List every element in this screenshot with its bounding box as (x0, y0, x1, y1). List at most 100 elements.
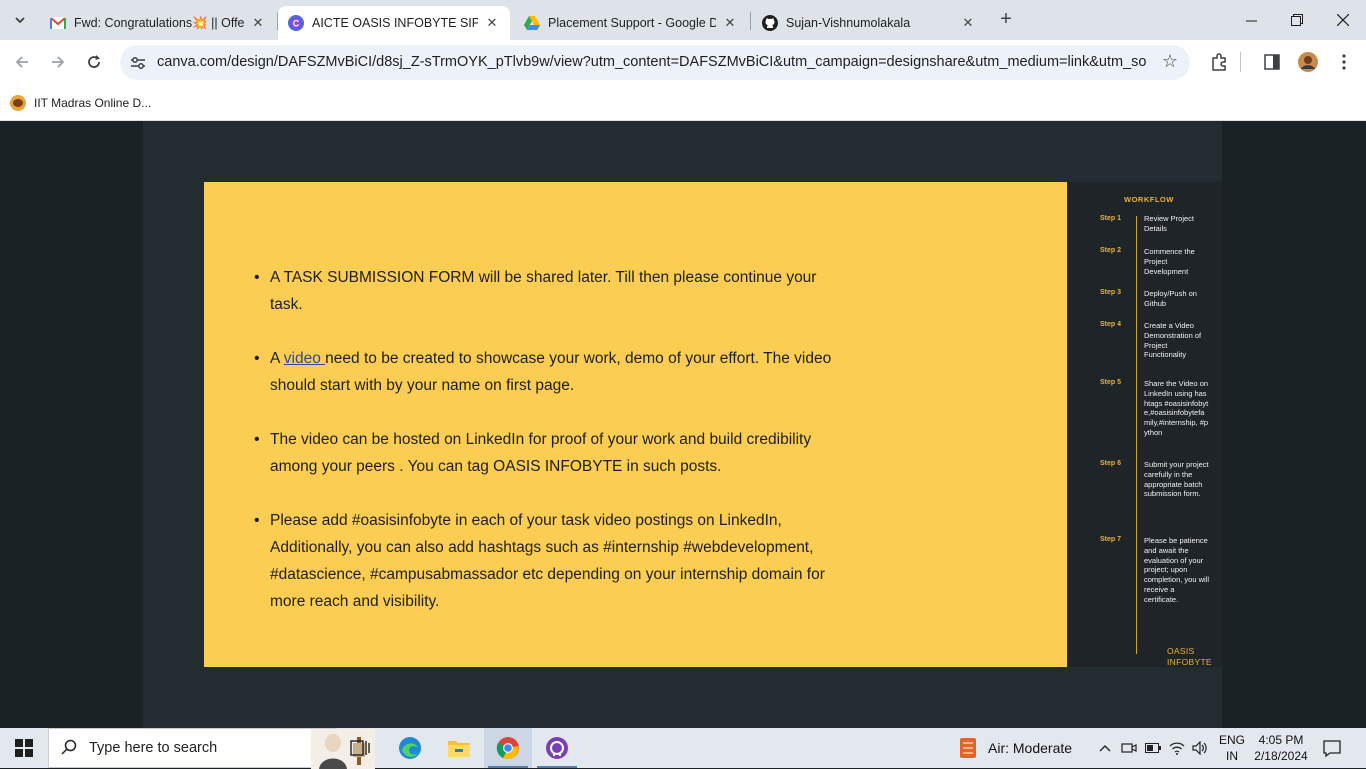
oasis-infobyte-brand: OASIS INFOBYTE (1167, 646, 1212, 668)
tab-close-icon[interactable]: ✕ (250, 15, 266, 31)
workflow-step-text: Please be patience and await the evaluat… (1144, 536, 1210, 604)
volume-icon[interactable] (1192, 740, 1208, 756)
svg-text:C: C (293, 19, 300, 29)
bookmark-label: IIT Madras Online D... (34, 96, 152, 110)
workflow-step-text: Commence the Project Development (1144, 247, 1195, 276)
bookmark-iit-madras[interactable]: IIT Madras Online D... (10, 92, 151, 114)
toolbar-divider (1240, 52, 1241, 72)
clock-date: 2/18/2024 (1254, 749, 1308, 763)
tab-title: AICTE OASIS INFOBYTE SIP TASK (312, 16, 478, 30)
taskbar-search[interactable]: Type here to search (48, 728, 375, 769)
tab-close-icon[interactable]: ✕ (960, 15, 976, 31)
bullet-hashtags: Please add #oasisinfobyte in each of you… (254, 507, 834, 615)
input-language-indicator[interactable]: ENG IN (1219, 732, 1245, 764)
back-button[interactable] (8, 48, 36, 76)
reload-button[interactable] (80, 48, 108, 76)
forward-button[interactable] (44, 48, 72, 76)
notifications-button[interactable] (1322, 738, 1342, 758)
task-view-icon (350, 740, 370, 756)
workflow-step-text: Review Project Details (1144, 214, 1195, 233)
workflow-step-label: Step 2 (1100, 247, 1122, 254)
workflow-step-label: Step 1 (1100, 215, 1122, 222)
tab-google-drive[interactable]: Placement Support - Google Dri ✕ (514, 6, 748, 40)
meet-now-icon[interactable] (1121, 740, 1137, 756)
workflow-step-label: Step 6 (1100, 460, 1122, 467)
tab-title: Sujan-Vishnumolakala (786, 16, 911, 30)
brand-line-1: OASIS (1167, 646, 1195, 656)
extensions-icon[interactable] (1208, 51, 1230, 73)
search-icon (61, 739, 77, 760)
bullet-text: The video can be hosted on LinkedIn for … (270, 431, 812, 475)
tab-gmail[interactable]: Fwd: Congratulations💥 || Offer ✕ (40, 6, 276, 40)
weather-widget[interactable]: Air: Moderate (958, 728, 1072, 768)
workflow-step-label: Step 3 (1100, 289, 1122, 296)
search-placeholder: Type here to search (89, 740, 218, 756)
bullet-text: A TASK SUBMISSION FORM will be shared la… (270, 269, 817, 313)
new-tab-button[interactable]: + (994, 8, 1018, 32)
windows-logo-icon (15, 739, 33, 757)
canva-icon: C (288, 15, 304, 31)
tab-canva[interactable]: C AICTE OASIS INFOBYTE SIP TASK ✕ (278, 6, 510, 40)
workflow-step-label: Step 4 (1100, 321, 1122, 328)
bullet-text: Please add #oasisinfobyte in each of you… (270, 512, 825, 610)
video-link[interactable]: video (284, 350, 325, 367)
clock-time: 4:05 PM (1258, 733, 1304, 747)
instruction-list: A TASK SUBMISSION FORM will be shared la… (254, 264, 834, 642)
profile-avatar[interactable] (1297, 51, 1319, 73)
start-button[interactable] (0, 728, 48, 768)
battery-icon[interactable] (1145, 740, 1161, 756)
taskbar-file-explorer[interactable] (435, 728, 483, 768)
folder-icon (448, 741, 470, 757)
edge-icon (399, 737, 421, 759)
address-bar[interactable]: canva.com/design/DAFSZMvBiCI/d8sj_Z-sTrm… (120, 45, 1190, 80)
air-quality-icon (960, 738, 976, 758)
workflow-panel: WORKFLOW Step 1 Review Project Details S… (1067, 182, 1222, 667)
tab-title: Placement Support - Google Dri (548, 16, 716, 30)
tab-github[interactable]: Sujan-Vishnumolakala ✕ (752, 6, 986, 40)
side-panel-icon[interactable] (1261, 51, 1283, 73)
browser-toolbar: canva.com/design/DAFSZMvBiCI/d8sj_Z-sTrm… (0, 40, 1366, 85)
url-text[interactable]: canva.com/design/DAFSZMvBiCI/d8sj_Z-sTrm… (157, 54, 1147, 70)
browser-menu-icon[interactable] (1333, 51, 1355, 73)
bullet-submission-form: A TASK SUBMISSION FORM will be shared la… (254, 264, 834, 318)
google-drive-icon (524, 15, 540, 31)
workflow-step-text: Create a Video Demonstration of Project … (1144, 321, 1202, 360)
bookmarks-bar: IIT Madras Online D... (0, 85, 1366, 121)
workflow-step-text: Deploy/Push on Github (1144, 289, 1197, 308)
restore-button[interactable] (1274, 0, 1320, 40)
taskbar-edge[interactable] (386, 728, 434, 768)
minimize-button[interactable] (1228, 0, 1274, 40)
close-window-button[interactable] (1320, 0, 1366, 40)
workflow-step-text: Share the Video on LinkedIn using hashta… (1144, 379, 1209, 437)
site-settings-icon[interactable] (128, 53, 148, 73)
bullet-text-prefix: A (270, 350, 284, 367)
language-code: ENG (1219, 733, 1246, 747)
tab-close-icon[interactable]: ✕ (484, 15, 500, 31)
github-icon (762, 15, 778, 31)
workflow-title: WORKFLOW (1124, 195, 1174, 204)
weather-text: Air: Moderate (988, 740, 1073, 756)
bookmark-star-icon[interactable]: ☆ (1162, 51, 1178, 72)
bullet-linkedin: The video can be hosted on LinkedIn for … (254, 426, 834, 480)
workflow-step-text: Submit your project carefully in the app… (1144, 460, 1209, 499)
github-desktop-icon (546, 737, 568, 759)
taskbar-clock[interactable]: 4:05 PM 2/18/2024 (1252, 732, 1310, 764)
brand-line-2: INFOBYTE (1167, 657, 1212, 667)
workflow-step-label: Step 5 (1100, 379, 1122, 386)
show-hidden-icons-chevron-icon[interactable] (1097, 740, 1113, 756)
region-code: IN (1226, 749, 1238, 763)
tab-divider (750, 12, 751, 30)
chrome-icon (496, 737, 519, 760)
windows-taskbar: Type here to search Air: Moderate ENG IN… (0, 728, 1366, 769)
tab-search-chevron-icon[interactable] (8, 8, 32, 32)
notification-icon (1323, 740, 1341, 758)
tab-strip: Fwd: Congratulations💥 || Offer ✕ C AICTE… (0, 0, 1366, 40)
tab-title: Fwd: Congratulations💥 || Offer (74, 15, 244, 30)
wifi-icon[interactable] (1169, 740, 1185, 756)
tab-close-icon[interactable]: ✕ (722, 15, 738, 31)
bullet-video: A video need to be created to showcase y… (254, 345, 834, 399)
bullet-text-rest: need to be created to showcase your work… (270, 350, 832, 394)
taskbar-github-desktop[interactable] (533, 728, 581, 768)
taskbar-chrome[interactable] (484, 728, 532, 768)
task-view-button[interactable] (336, 728, 384, 768)
